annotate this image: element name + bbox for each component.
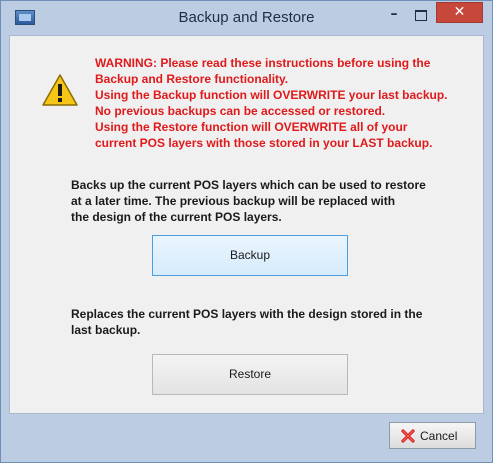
warning-line: No previous backups can be accessed or r… [95,104,386,118]
backup-restore-window: Backup and Restore – ✕ WARNING: Please r… [0,0,493,463]
close-button[interactable]: ✕ [436,2,483,23]
warning-line: WARNING: Please read these instructions … [95,56,431,70]
backup-button[interactable]: Backup [152,235,348,276]
dialog-content: WARNING: Please read these instructions … [9,35,484,414]
restore-button[interactable]: Restore [152,354,348,395]
backup-description-line: Backs up the current POS layers which ca… [71,178,426,192]
backup-description: Backs up the current POS layers which ca… [71,177,471,225]
title-bar[interactable]: Backup and Restore – ✕ [1,1,492,35]
restore-description: Replaces the current POS layers with the… [71,306,471,338]
warning-line: Using the Restore function will OVERWRIT… [95,120,408,134]
restore-description-line: Replaces the current POS layers with the… [71,307,423,321]
cancel-label: Cancel [420,429,458,443]
minimize-button[interactable]: – [381,7,407,25]
red-x-icon [401,429,415,443]
warning-icon [42,74,78,106]
warning-line: Using the Backup function will OVERWRITE… [95,88,448,102]
backup-description-line: the design of the current POS layers. [71,210,282,224]
maximize-button[interactable] [408,7,434,25]
warning-message: WARNING: Please read these instructions … [95,55,485,151]
restore-description-line: last backup. [71,323,141,337]
warning-line: current POS layers with those stored in … [95,136,433,150]
warning-line: Backup and Restore functionality. [95,72,289,86]
backup-description-line: at a later time. The previous backup wil… [71,194,396,208]
cancel-button[interactable]: Cancel [389,422,476,449]
